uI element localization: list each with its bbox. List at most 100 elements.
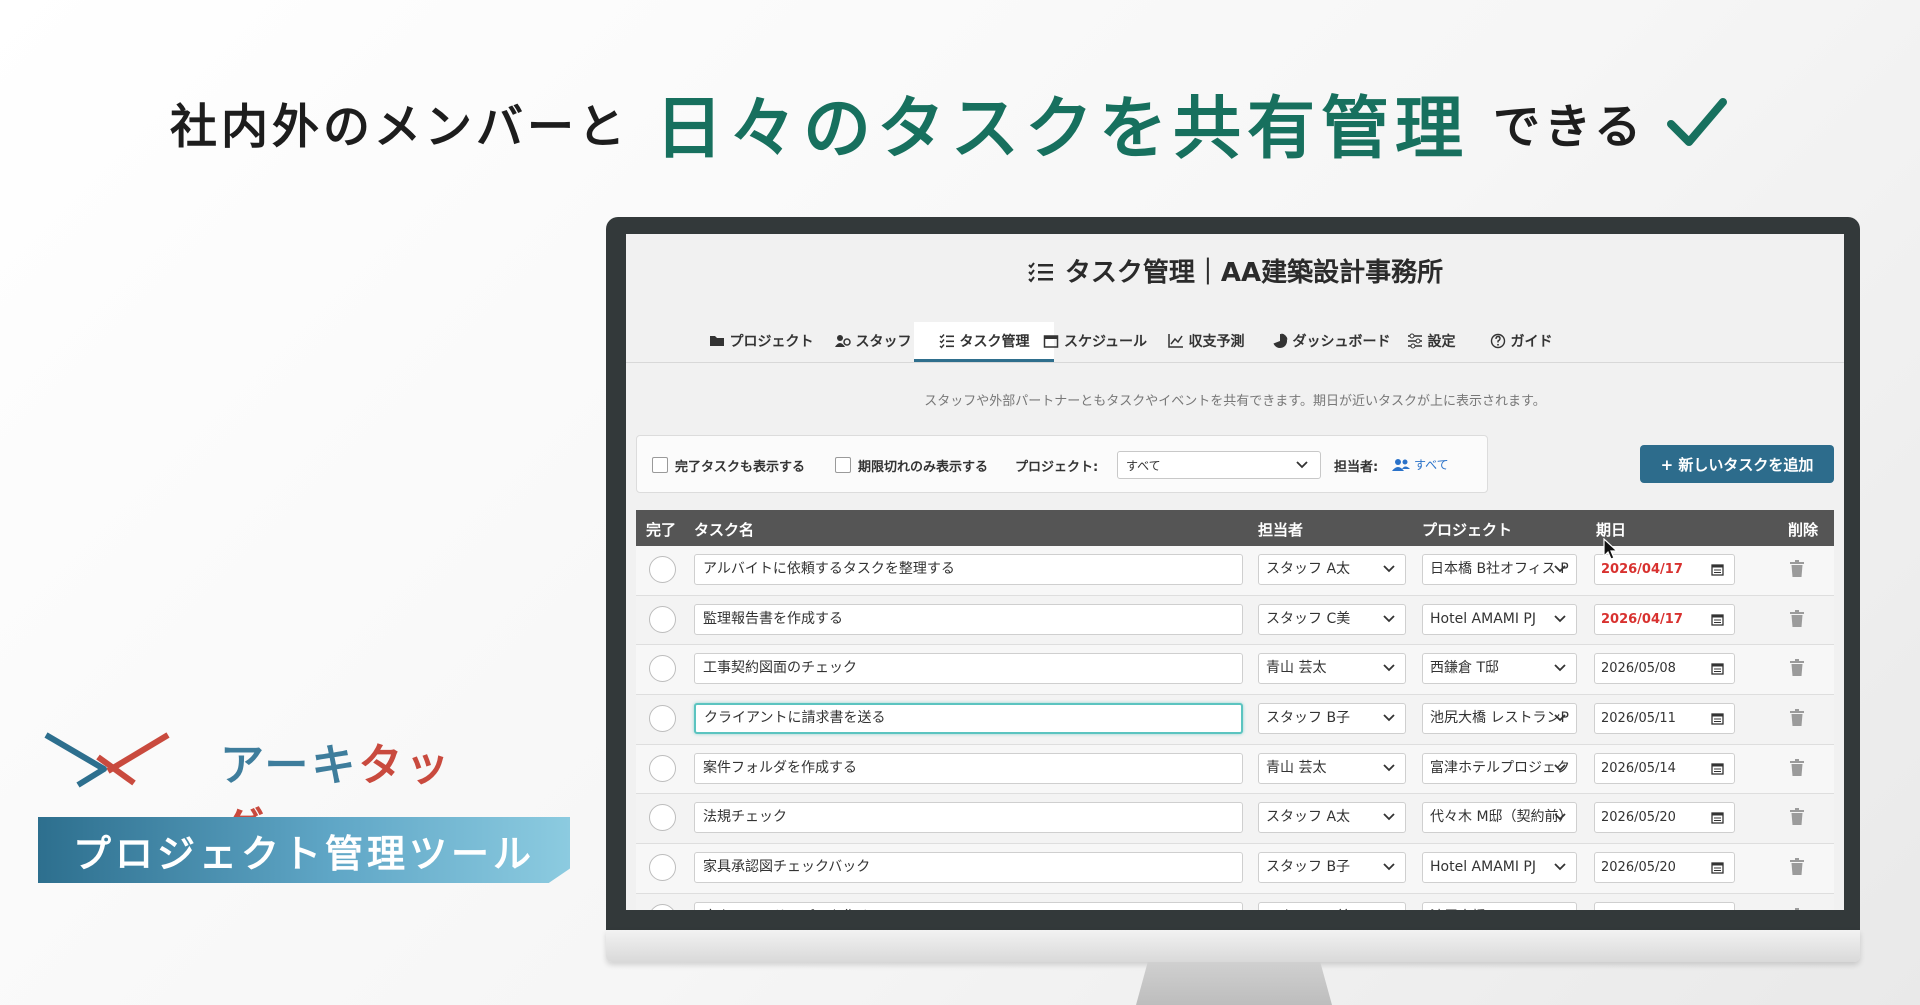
col-due: 期日 xyxy=(1596,521,1627,539)
monitor-chin xyxy=(606,930,1860,962)
task-name-input[interactable]: 法規チェック xyxy=(694,802,1243,834)
project-select[interactable]: 日本橋 B社オフィス P xyxy=(1422,554,1577,585)
table-row: クライアントに請求書を送る スタッフ B子 池尻大橋 レストランP 2026/05/1… xyxy=(636,695,1834,745)
chevron-down-icon xyxy=(1554,714,1566,722)
task-name-input[interactable]: 監理報告書を作成する xyxy=(694,603,1243,635)
trash-icon[interactable] xyxy=(1790,907,1804,910)
due-date-input[interactable]: 2026/05/20 xyxy=(1594,852,1735,884)
tab-label: ダッシュボード xyxy=(1292,334,1391,350)
chevron-down-icon xyxy=(1554,863,1566,871)
project-select[interactable]: Hotel AMAMI PJ xyxy=(1422,852,1577,884)
complete-toggle[interactable] xyxy=(649,705,676,733)
trash-icon[interactable] xyxy=(1790,609,1804,627)
complete-toggle[interactable] xyxy=(649,556,676,583)
app-title-text: タスク管理｜AA建築設計事務所 xyxy=(1064,258,1444,288)
due-date-input[interactable]: 2026/05/08 xyxy=(1594,653,1735,685)
assignee-select[interactable]: スタッフ B子 xyxy=(1258,852,1406,884)
tab-label: スケジュール xyxy=(1063,334,1148,350)
complete-toggle[interactable] xyxy=(649,854,676,882)
project-select[interactable]: 富津ホテルプロジェク xyxy=(1422,752,1577,784)
assignee-value: スタッフ B子 xyxy=(1266,710,1351,727)
project-select[interactable]: Hotel AMAMI PJ xyxy=(1422,603,1577,635)
assignee-filter-link[interactable]: すべて xyxy=(1392,456,1449,473)
project-select[interactable]: 池尻大橋 レストランP xyxy=(1422,901,1577,910)
col-done: 完了 xyxy=(646,521,677,539)
pie-chart-icon xyxy=(1273,333,1287,348)
trash-icon[interactable] xyxy=(1790,858,1804,876)
headline-emphasis: 日々のタスクを共有管理 xyxy=(655,89,1470,169)
calendar-icon xyxy=(1711,763,1724,775)
tab-4[interactable]: 収支予測 xyxy=(1151,322,1261,360)
trash-icon[interactable] xyxy=(1790,758,1804,776)
overdue-only-checkbox[interactable] xyxy=(835,457,851,473)
project-filter-value: すべて xyxy=(1126,458,1161,473)
table-row: 床タイルのサンプルを集める スタッフ C美 池尻大橋 レストランP 2026/05/2… xyxy=(636,893,1834,910)
due-date-input[interactable]: 2026/05/14 xyxy=(1594,752,1735,784)
task-name-input[interactable]: アルバイトに依頼するタスクを整理する xyxy=(694,554,1243,585)
due-date-value: 2026/05/11 xyxy=(1601,711,1676,727)
assignee-value: 青山 芸太 xyxy=(1266,660,1327,677)
complete-toggle[interactable] xyxy=(649,605,676,633)
assignee-value: スタッフ C美 xyxy=(1266,610,1351,627)
tab-7[interactable]: ガイド xyxy=(1471,322,1571,360)
task-name-input[interactable]: 床タイルのサンプルを集める xyxy=(694,901,1243,910)
trash-icon[interactable] xyxy=(1790,560,1804,577)
due-date-input[interactable]: 2026/04/17 xyxy=(1594,603,1735,635)
assignee-select[interactable]: スタッフ C美 xyxy=(1258,901,1406,910)
col-task-name: タスク名 xyxy=(694,521,755,539)
app-screen: タスク管理｜AA建築設計事務所 プロジェクト スタッフ タスク管理 スケジュール 収支予… xyxy=(626,234,1844,910)
task-name-input[interactable]: 案件フォルダを作成する xyxy=(694,752,1243,784)
folder-icon xyxy=(709,336,724,346)
tab-6[interactable]: 設定 xyxy=(1386,322,1476,360)
due-date-input[interactable]: 2026/05/11 xyxy=(1594,703,1735,735)
assignee-select[interactable]: スタッフ A太 xyxy=(1258,554,1406,585)
tab-5[interactable]: ダッシュボード xyxy=(1256,322,1406,360)
assignee-select[interactable]: 青山 芸太 xyxy=(1258,752,1406,784)
tab-1[interactable]: スタッフ xyxy=(818,322,928,360)
task-name-input[interactable]: 家具承認図チェックバック xyxy=(694,852,1243,884)
chevron-down-icon xyxy=(1554,664,1566,672)
project-value: 池尻大橋 レストランP xyxy=(1430,909,1569,910)
mouse-cursor-icon xyxy=(1603,538,1619,560)
due-date-input[interactable]: 2026/05/21 xyxy=(1594,901,1735,910)
table-row: 工事契約図面のチェック 青山 芸太 西鎌倉 T邸 2026/05/08 xyxy=(636,645,1834,696)
project-value: 西鎌倉 T邸 xyxy=(1430,660,1500,677)
project-select[interactable]: 代々木 M邸（契約前） xyxy=(1422,802,1577,834)
complete-toggle[interactable] xyxy=(649,804,676,832)
calendar-icon xyxy=(1711,614,1724,626)
monitor-stand xyxy=(1136,962,1332,1005)
due-date-input[interactable]: 2026/05/20 xyxy=(1594,802,1735,834)
task-name-input[interactable]: クライアントに請求書を送る xyxy=(694,703,1243,735)
trash-icon[interactable] xyxy=(1790,808,1804,826)
brand-ribbon: プロジェクト管理ツール xyxy=(38,817,570,883)
assignee-select[interactable]: 青山 芸太 xyxy=(1258,653,1406,685)
project-filter-select[interactable]: すべて xyxy=(1117,451,1321,479)
show-completed-checkbox[interactable] xyxy=(652,457,668,473)
tab-3[interactable]: スケジュール xyxy=(1033,322,1157,360)
project-value: Hotel AMAMI PJ xyxy=(1430,859,1536,876)
complete-toggle[interactable] xyxy=(649,655,676,683)
page-title: タスク管理｜AA建築設計事務所 xyxy=(626,252,1844,289)
calendar-icon xyxy=(1711,862,1724,874)
brand-logo: アーキタッグ xyxy=(40,725,480,855)
task-name-input[interactable]: 工事契約図面のチェック xyxy=(694,653,1243,685)
add-task-button[interactable]: + 新しいタスクを追加 xyxy=(1640,445,1834,483)
complete-toggle[interactable] xyxy=(649,754,676,782)
chevron-down-icon xyxy=(1554,813,1566,821)
chevron-down-icon xyxy=(1554,565,1566,573)
assignee-select[interactable]: スタッフ B子 xyxy=(1258,703,1406,735)
table-row: 法規チェック スタッフ A太 代々木 M邸（契約前） 2026/05/20 xyxy=(636,794,1834,845)
calendar-icon xyxy=(1711,812,1724,825)
trash-icon[interactable] xyxy=(1790,709,1804,727)
project-select[interactable]: 西鎌倉 T邸 xyxy=(1422,653,1577,685)
headline: 社内外のメンバーと 日々のタスクを共有管理 できる xyxy=(170,72,1790,172)
tab-0[interactable]: プロジェクト xyxy=(696,322,826,360)
calendar-icon xyxy=(1043,335,1059,348)
assignee-select[interactable]: スタッフ A太 xyxy=(1258,802,1406,834)
complete-toggle[interactable] xyxy=(649,903,676,910)
assignee-select[interactable]: スタッフ C美 xyxy=(1258,603,1406,635)
project-value: 富津ホテルプロジェク xyxy=(1430,759,1570,776)
logo-mark-icon xyxy=(44,732,170,788)
project-select[interactable]: 池尻大橋 レストランP xyxy=(1422,703,1577,735)
trash-icon[interactable] xyxy=(1790,659,1804,677)
